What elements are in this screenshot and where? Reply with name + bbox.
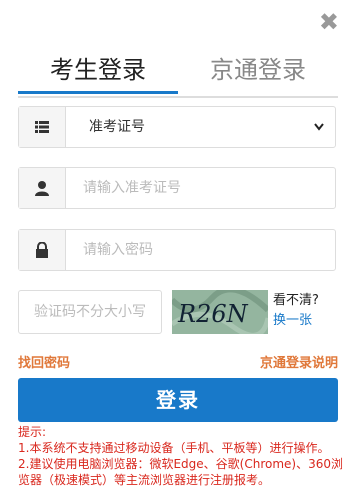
- user-icon: [19, 168, 66, 208]
- tips-block: 提示: 1.本系统不支持通过移动设备（手机、平板等）进行操作。 2.建议使用电脑…: [18, 424, 353, 488]
- close-button[interactable]: ✖: [319, 10, 339, 34]
- id-type-value: 准考证号: [89, 119, 145, 135]
- chevron-down-icon: [313, 119, 325, 138]
- id-type-select[interactable]: 准考证号: [18, 106, 336, 148]
- forgot-password-link[interactable]: 找回密码: [18, 356, 70, 371]
- captcha-actions: 看不清? 换一张: [273, 291, 319, 331]
- tips-title: 提示:: [18, 425, 47, 439]
- captcha-text: R26N: [177, 300, 249, 328]
- tips-line-1: 1.本系统不支持通过移动设备（手机、平板等）进行操作。: [18, 441, 330, 455]
- login-button[interactable]: 登录: [18, 378, 338, 422]
- captcha-refresh-link[interactable]: 换一张: [273, 311, 319, 331]
- links-row: 找回密码 京通登录说明: [18, 352, 338, 371]
- lock-icon: [19, 230, 66, 270]
- captcha-question: 看不清?: [273, 293, 319, 308]
- tab-student-login[interactable]: 考生登录: [18, 50, 178, 94]
- list-icon: [19, 107, 66, 147]
- jingtong-help-link[interactable]: 京通登录说明: [260, 352, 338, 371]
- password-field[interactable]: 请输入密码: [18, 229, 336, 271]
- captcha-input[interactable]: 验证码不分大小写: [18, 290, 162, 334]
- exam-id-field[interactable]: 请输入准考证号: [18, 167, 336, 209]
- login-tabs: 考生登录 京通登录: [18, 50, 338, 98]
- exam-id-placeholder: 请输入准考证号: [83, 180, 181, 196]
- password-placeholder: 请输入密码: [83, 242, 153, 258]
- tips-line-2: 2.建议使用电脑浏览器：微软Edge、谷歌(Chrome)、360浏览器（极速模…: [18, 457, 343, 487]
- captcha-image[interactable]: R26N: [172, 290, 268, 334]
- tab-jingtong-login[interactable]: 京通登录: [178, 50, 338, 90]
